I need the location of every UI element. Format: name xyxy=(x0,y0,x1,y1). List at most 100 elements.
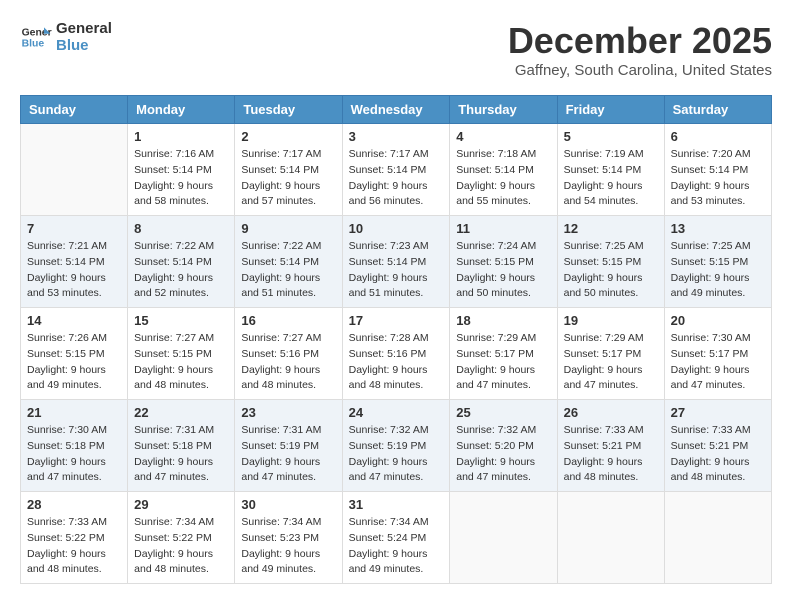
day-number: 10 xyxy=(349,221,444,236)
day-number: 25 xyxy=(456,405,550,420)
location: Gaffney, South Carolina, United States xyxy=(508,62,772,79)
calendar-cell: 11 Sunrise: 7:24 AMSunset: 5:15 PMDayligh… xyxy=(450,216,557,308)
day-header-wednesday: Wednesday xyxy=(342,96,450,124)
day-number: 6 xyxy=(671,129,765,144)
calendar-cell: 18 Sunrise: 7:29 AMSunset: 5:17 PMDayligh… xyxy=(450,308,557,400)
calendar-cell: 25 Sunrise: 7:32 AMSunset: 5:20 PMDayligh… xyxy=(450,400,557,492)
day-info: Sunrise: 7:21 AMSunset: 5:14 PMDaylight:… xyxy=(27,239,121,302)
calendar-cell: 20Sunrise: 7:30 AMSunset: 5:17 PMDayligh… xyxy=(664,308,771,400)
calendar-cell: 16 Sunrise: 7:27 AMSunset: 5:16 PMDayligh… xyxy=(235,308,342,400)
calendar-cell: 28Sunrise: 7:33 AMSunset: 5:22 PMDayligh… xyxy=(21,492,128,584)
day-info: Sunrise: 7:34 AMSunset: 5:23 PMDaylight:… xyxy=(241,515,335,578)
calendar-cell xyxy=(450,492,557,584)
day-number: 29 xyxy=(134,497,228,512)
calendar-cell xyxy=(664,492,771,584)
day-info: Sunrise: 7:34 AMSunset: 5:24 PMDaylight:… xyxy=(349,515,444,578)
day-header-friday: Friday xyxy=(557,96,664,124)
calendar-cell: 6 Sunrise: 7:20 AMSunset: 5:14 PMDaylight… xyxy=(664,124,771,216)
day-number: 22 xyxy=(134,405,228,420)
day-info: Sunrise: 7:33 AMSunset: 5:21 PMDaylight:… xyxy=(671,423,765,486)
day-info: Sunrise: 7:28 AMSunset: 5:16 PMDaylight:… xyxy=(349,331,444,394)
calendar-cell: 17 Sunrise: 7:28 AMSunset: 5:16 PMDayligh… xyxy=(342,308,450,400)
day-number: 1 xyxy=(134,129,228,144)
day-header-monday: Monday xyxy=(128,96,235,124)
day-number: 3 xyxy=(349,129,444,144)
logo-icon: General Blue xyxy=(20,21,52,53)
day-info: Sunrise: 7:29 AMSunset: 5:17 PMDaylight:… xyxy=(456,331,550,394)
calendar-cell: 31 Sunrise: 7:34 AMSunset: 5:24 PMDayligh… xyxy=(342,492,450,584)
day-number: 20 xyxy=(671,313,765,328)
day-info: Sunrise: 7:31 AMSunset: 5:18 PMDaylight:… xyxy=(134,423,228,486)
day-info: Sunrise: 7:25 AMSunset: 5:15 PMDaylight:… xyxy=(564,239,658,302)
month-title: December 2025 xyxy=(508,20,772,62)
day-number: 8 xyxy=(134,221,228,236)
calendar-cell: 26Sunrise: 7:33 AMSunset: 5:21 PMDayligh… xyxy=(557,400,664,492)
calendar-cell: 7Sunrise: 7:21 AMSunset: 5:14 PMDaylight… xyxy=(21,216,128,308)
day-number: 17 xyxy=(349,313,444,328)
day-number: 24 xyxy=(349,405,444,420)
day-number: 27 xyxy=(671,405,765,420)
day-info: Sunrise: 7:23 AMSunset: 5:14 PMDaylight:… xyxy=(349,239,444,302)
day-number: 30 xyxy=(241,497,335,512)
day-info: Sunrise: 7:27 AMSunset: 5:16 PMDaylight:… xyxy=(241,331,335,394)
calendar-cell: 29 Sunrise: 7:34 AMSunset: 5:22 PMDayligh… xyxy=(128,492,235,584)
day-number: 12 xyxy=(564,221,658,236)
day-header-sunday: Sunday xyxy=(21,96,128,124)
calendar-cell: 15Sunrise: 7:27 AMSunset: 5:15 PMDayligh… xyxy=(128,308,235,400)
day-info: Sunrise: 7:17 AMSunset: 5:14 PMDaylight:… xyxy=(241,147,335,210)
day-number: 26 xyxy=(564,405,658,420)
day-info: Sunrise: 7:19 AMSunset: 5:14 PMDaylight:… xyxy=(564,147,658,210)
calendar-cell: 24 Sunrise: 7:32 AMSunset: 5:19 PMDayligh… xyxy=(342,400,450,492)
calendar-cell: 4 Sunrise: 7:18 AMSunset: 5:14 PMDaylight… xyxy=(450,124,557,216)
calendar-cell: 30 Sunrise: 7:34 AMSunset: 5:23 PMDayligh… xyxy=(235,492,342,584)
day-info: Sunrise: 7:34 AMSunset: 5:22 PMDaylight:… xyxy=(134,515,228,578)
day-info: Sunrise: 7:16 AMSunset: 5:14 PMDaylight:… xyxy=(134,147,228,210)
title-area: December 2025 Gaffney, South Carolina, U… xyxy=(508,20,772,79)
calendar-cell xyxy=(557,492,664,584)
day-number: 31 xyxy=(349,497,444,512)
calendar-cell: 9 Sunrise: 7:22 AMSunset: 5:14 PMDaylight… xyxy=(235,216,342,308)
calendar-cell: 3Sunrise: 7:17 AMSunset: 5:14 PMDaylight… xyxy=(342,124,450,216)
calendar-cell: 10 Sunrise: 7:23 AMSunset: 5:14 PMDayligh… xyxy=(342,216,450,308)
calendar-cell: 1 Sunrise: 7:16 AMSunset: 5:14 PMDaylight… xyxy=(128,124,235,216)
day-info: Sunrise: 7:18 AMSunset: 5:14 PMDaylight:… xyxy=(456,147,550,210)
day-info: Sunrise: 7:26 AMSunset: 5:15 PMDaylight:… xyxy=(27,331,121,394)
calendar-cell: 19Sunrise: 7:29 AMSunset: 5:17 PMDayligh… xyxy=(557,308,664,400)
header: General Blue General Blue December 2025 … xyxy=(20,20,772,79)
logo-line1: General xyxy=(56,20,112,37)
calendar-cell xyxy=(21,124,128,216)
day-info: Sunrise: 7:32 AMSunset: 5:20 PMDaylight:… xyxy=(456,423,550,486)
header-row: SundayMondayTuesdayWednesdayThursdayFrid… xyxy=(21,96,772,124)
calendar-cell: 22 Sunrise: 7:31 AMSunset: 5:18 PMDayligh… xyxy=(128,400,235,492)
calendar-cell: 13Sunrise: 7:25 AMSunset: 5:15 PMDayligh… xyxy=(664,216,771,308)
week-row-5: 28Sunrise: 7:33 AMSunset: 5:22 PMDayligh… xyxy=(21,492,772,584)
week-row-2: 7Sunrise: 7:21 AMSunset: 5:14 PMDaylight… xyxy=(21,216,772,308)
calendar-cell: 21 Sunrise: 7:30 AMSunset: 5:18 PMDayligh… xyxy=(21,400,128,492)
calendar-cell: 2 Sunrise: 7:17 AMSunset: 5:14 PMDaylight… xyxy=(235,124,342,216)
calendar: SundayMondayTuesdayWednesdayThursdayFrid… xyxy=(20,95,772,584)
week-row-1: 1 Sunrise: 7:16 AMSunset: 5:14 PMDaylight… xyxy=(21,124,772,216)
day-header-tuesday: Tuesday xyxy=(235,96,342,124)
day-info: Sunrise: 7:33 AMSunset: 5:22 PMDaylight:… xyxy=(27,515,121,578)
day-info: Sunrise: 7:32 AMSunset: 5:19 PMDaylight:… xyxy=(349,423,444,486)
day-info: Sunrise: 7:24 AMSunset: 5:15 PMDaylight:… xyxy=(456,239,550,302)
day-number: 19 xyxy=(564,313,658,328)
day-number: 18 xyxy=(456,313,550,328)
day-number: 2 xyxy=(241,129,335,144)
day-info: Sunrise: 7:20 AMSunset: 5:14 PMDaylight:… xyxy=(671,147,765,210)
day-number: 5 xyxy=(564,129,658,144)
calendar-cell: 23Sunrise: 7:31 AMSunset: 5:19 PMDayligh… xyxy=(235,400,342,492)
calendar-cell: 27 Sunrise: 7:33 AMSunset: 5:21 PMDayligh… xyxy=(664,400,771,492)
day-info: Sunrise: 7:30 AMSunset: 5:18 PMDaylight:… xyxy=(27,423,121,486)
logo-line2: Blue xyxy=(56,37,112,54)
calendar-cell: 12 Sunrise: 7:25 AMSunset: 5:15 PMDayligh… xyxy=(557,216,664,308)
day-info: Sunrise: 7:22 AMSunset: 5:14 PMDaylight:… xyxy=(241,239,335,302)
day-number: 11 xyxy=(456,221,550,236)
day-number: 9 xyxy=(241,221,335,236)
day-number: 21 xyxy=(27,405,121,420)
day-info: Sunrise: 7:25 AMSunset: 5:15 PMDaylight:… xyxy=(671,239,765,302)
day-header-saturday: Saturday xyxy=(664,96,771,124)
calendar-cell: 5 Sunrise: 7:19 AMSunset: 5:14 PMDaylight… xyxy=(557,124,664,216)
day-number: 16 xyxy=(241,313,335,328)
day-number: 4 xyxy=(456,129,550,144)
